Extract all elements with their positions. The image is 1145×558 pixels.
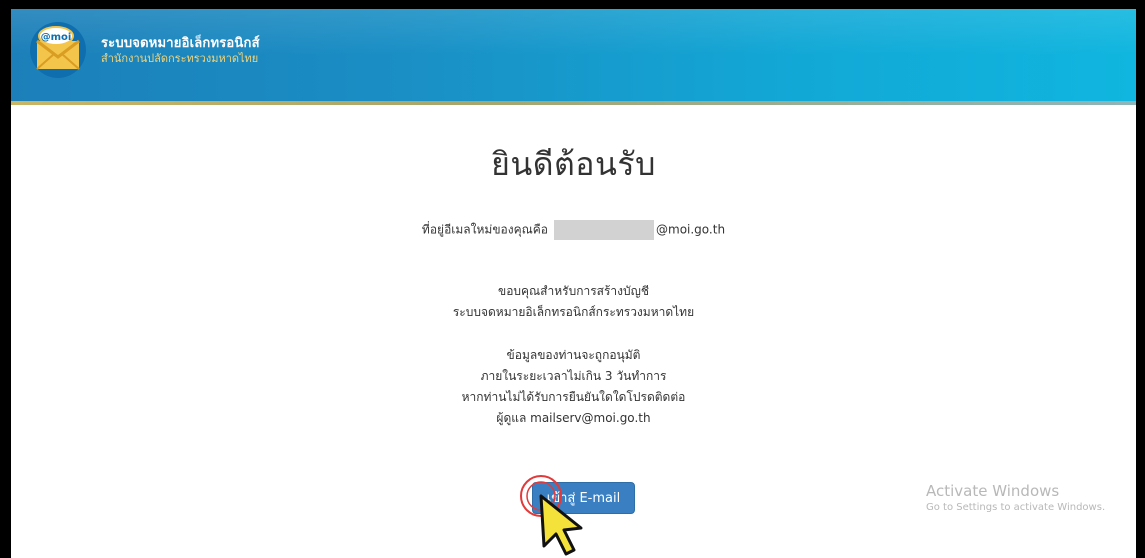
info-line: ภายในระยะเวลาไม่เกิน 3 วันทำการ (480, 369, 667, 383)
thanks-line: ขอบคุณสำหรับการสร้างบัญชี (497, 284, 650, 298)
thanks-line: ระบบจดหมายอิเล็กทรอนิกส์กระทรวงมหาดไทย (452, 305, 695, 319)
info-line: ข้อมูลของท่านจะถูกอนุมัติ (506, 348, 641, 362)
browser-frame: @moi ระบบจดหมายอิเล็กทรอนิกส์ สำนักงานปล… (11, 9, 1136, 558)
info-line: ผู้ดูแล mailserv@moi.go.th (496, 411, 651, 425)
site-header: @moi ระบบจดหมายอิเล็กทรอนิกส์ สำนักงานปล… (11, 9, 1136, 101)
new-email-line: ที่อยู่อีเมลใหม่ของคุณคือ @moi.go.th (11, 220, 1136, 240)
email-username-redacted (554, 220, 654, 240)
activate-windows-title: Activate Windows (926, 482, 1060, 500)
welcome-heading: ยินดีต้อนรับ (491, 145, 656, 183)
site-subtitle: สำนักงานปลัดกระทรวงมหาดไทย (101, 52, 259, 65)
activate-windows-watermark: Activate Windows Go to Settings to activ… (926, 482, 1105, 513)
logo-text: @moi (41, 32, 72, 43)
moi-mail-logo-icon: @moi (30, 22, 86, 78)
thanks-message: ขอบคุณสำหรับการสร้างบัญชี ระบบจดหมายอิเล… (11, 281, 1136, 323)
email-domain: @moi.go.th (656, 222, 726, 237)
enter-email-button[interactable]: เข้าสู่ E-mail (532, 482, 635, 514)
email-label: ที่อยู่อีเมลใหม่ของคุณคือ (421, 222, 548, 237)
info-line: หากท่านไม่ได้รับการยืนยันใดใดโปรดติดต่อ (461, 390, 686, 404)
approval-info: ข้อมูลของท่านจะถูกอนุมัติ ภายในระยะเวลาไ… (11, 345, 1136, 429)
main-content: ยินดีต้อนรับ ที่อยู่อีเมลใหม่ของคุณคือ @m… (11, 105, 1136, 558)
activate-windows-subtitle: Go to Settings to activate Windows. (926, 502, 1106, 513)
